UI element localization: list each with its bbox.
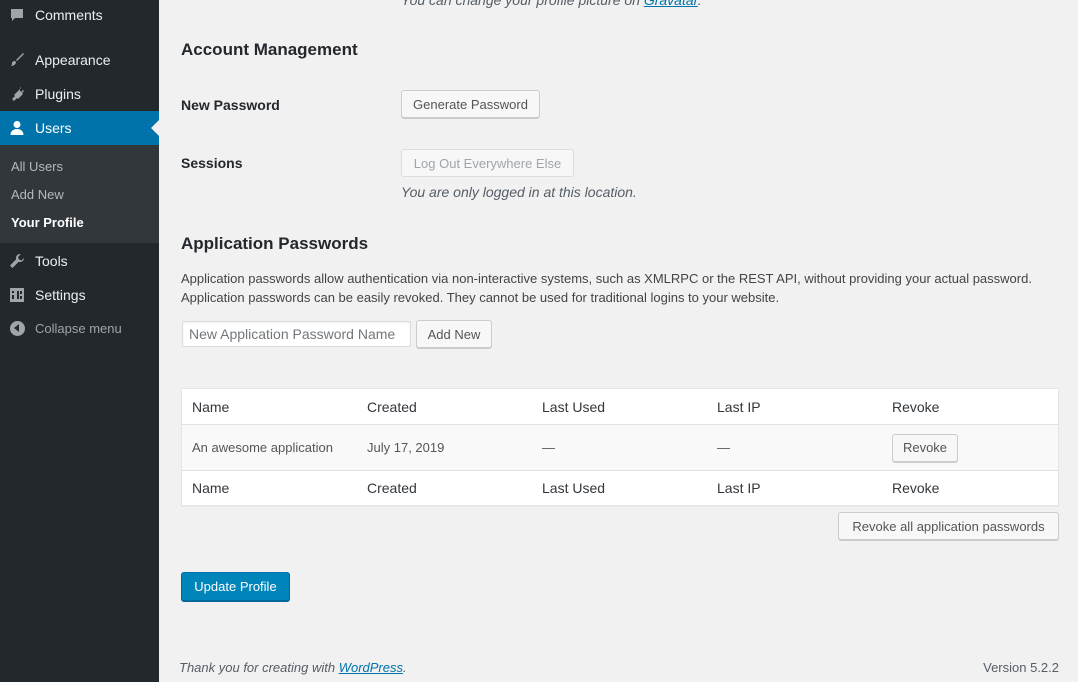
new-application-password-name-input[interactable] [182, 321, 411, 347]
comments-icon [9, 7, 25, 23]
generate-password-button[interactable]: Generate Password [401, 90, 540, 118]
account-management-heading: Account Management [181, 40, 358, 59]
menu-item-users[interactable]: Users [0, 111, 159, 145]
column-header-last-used: Last Used [542, 398, 606, 415]
column-header-created: Created [367, 398, 417, 415]
sessions-label: Sessions [181, 155, 243, 171]
column-header-revoke: Revoke [892, 398, 940, 415]
table-header-row: Name Created Last Used Last IP Revoke [182, 389, 1058, 425]
menu-item-label: Plugins [35, 86, 81, 102]
revoke-button[interactable]: Revoke [892, 433, 958, 462]
settings-icon [9, 287, 25, 303]
menu-item-label: Comments [35, 7, 103, 23]
application-passwords-heading: Application Passwords [181, 234, 369, 253]
log-out-everywhere-button[interactable]: Log Out Everywhere Else [401, 149, 574, 177]
active-indicator-arrow [151, 120, 159, 136]
tools-wrench-icon [9, 253, 25, 269]
submenu-item-add-new[interactable]: Add New [11, 187, 64, 202]
sessions-note: You are only logged in at this location. [401, 184, 637, 200]
column-header-name: Name [192, 398, 230, 415]
column-footer-name: Name [192, 480, 230, 496]
add-new-application-password-button[interactable]: Add New [416, 320, 492, 348]
wordpress-link[interactable]: WordPress [339, 660, 403, 675]
collapse-menu-button[interactable]: Collapse menu [0, 311, 159, 345]
menu-item-label: Appearance [35, 52, 111, 68]
submenu-item-your-profile[interactable]: Your Profile [11, 215, 84, 230]
menu-item-tools[interactable]: Tools [0, 244, 159, 278]
table-footer-row: Name Created Last Used Last IP Revoke [182, 470, 1058, 505]
collapse-arrow-icon [9, 320, 25, 336]
column-footer-revoke: Revoke [892, 480, 940, 496]
app-last-ip-cell: — [717, 440, 730, 455]
footer-version: Version 5.2.2 [983, 660, 1059, 675]
column-footer-last-used: Last Used [542, 480, 606, 496]
app-name-cell: An awesome application [192, 440, 333, 455]
menu-item-settings[interactable]: Settings [0, 278, 159, 312]
column-footer-created: Created [367, 480, 417, 496]
app-last-used-cell: — [542, 440, 555, 455]
menu-item-label: Users [35, 120, 72, 136]
profile-picture-note: You can change your profile picture on G… [401, 0, 702, 8]
table-row: An awesome application July 17, 2019 — —… [182, 425, 1058, 470]
app-created-cell: July 17, 2019 [367, 440, 445, 455]
menu-item-plugins[interactable]: Plugins [0, 77, 159, 111]
column-footer-last-ip: Last IP [717, 480, 761, 496]
plugins-icon [9, 86, 25, 102]
new-password-label: New Password [181, 97, 280, 113]
application-passwords-description: Application passwords allow authenticati… [181, 271, 1032, 305]
footer-thank-you: Thank you for creating with WordPress. [179, 660, 407, 675]
column-header-last-ip: Last IP [717, 398, 761, 415]
users-submenu: All Users Add New Your Profile [0, 145, 159, 243]
menu-item-label: Tools [35, 253, 68, 269]
menu-item-comments[interactable]: Comments [0, 0, 159, 32]
users-icon [9, 120, 25, 136]
submenu-item-all-users[interactable]: All Users [11, 159, 63, 174]
app-revoke-cell: Revoke [892, 425, 958, 470]
menu-item-appearance[interactable]: Appearance [0, 43, 159, 77]
update-profile-button[interactable]: Update Profile [181, 572, 290, 601]
admin-sidebar: Comments Appearance Plugins Users All Us… [0, 0, 159, 682]
gravatar-link[interactable]: Gravatar [644, 0, 698, 8]
collapse-menu-label: Collapse menu [35, 320, 122, 336]
appearance-brush-icon [9, 52, 25, 68]
application-passwords-table: Name Created Last Used Last IP Revoke An… [181, 388, 1059, 506]
menu-item-label: Settings [35, 287, 86, 303]
revoke-all-application-passwords-button[interactable]: Revoke all application passwords [838, 512, 1059, 540]
